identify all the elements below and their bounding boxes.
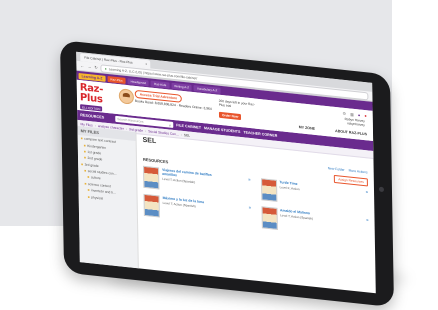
back-icon[interactable]: ←: [80, 63, 84, 68]
nav-tab-raz-kids[interactable]: Raz-Kids: [151, 80, 170, 89]
menu-icon[interactable]: ≡: [366, 189, 368, 194]
resources-dropdown[interactable]: RESOURCES: [80, 113, 112, 120]
resource-card[interactable]: Máximo y la luz de la luna Level T; Acti…: [143, 193, 252, 227]
folder-icon: ■: [81, 161, 84, 167]
reload-icon[interactable]: ↻: [94, 65, 97, 70]
teacher-corner-link[interactable]: TEACHER CORNER: [243, 130, 277, 138]
about-raz-plus-link[interactable]: ABOUT RAZ-PLUS: [335, 129, 367, 136]
search-placeholder: Search Resources: [117, 117, 144, 124]
settings-icon[interactable]: ⚙: [342, 111, 346, 116]
resources-heading: RESOURCES: [142, 156, 169, 165]
nav-tab-raz-plus[interactable]: Raz-Plus: [107, 75, 126, 84]
folder-icon: ■: [84, 168, 87, 173]
folder-icon: ■: [83, 149, 86, 154]
grid-icon[interactable]: ▦: [350, 112, 354, 117]
folder-icon: ■: [87, 175, 90, 180]
profile-icon[interactable]: ●: [358, 112, 361, 117]
main-panel: SEL New Folder More Actions RESOURCES As…: [136, 132, 375, 293]
order-now-button[interactable]: Order Now: [218, 111, 242, 121]
user-school: robynharvey: [347, 121, 365, 128]
logo-edition: ELL EDITION: [80, 104, 103, 112]
book-cover[interactable]: [260, 178, 277, 202]
trial-days-left: 200 days left in your Raz-Plus trial: [218, 98, 255, 109]
forward-icon[interactable]: →: [87, 64, 91, 69]
menu-icon[interactable]: ≡: [249, 205, 251, 210]
more-actions-button[interactable]: More Actions: [349, 168, 368, 174]
folder-icon: ■: [87, 194, 90, 199]
folder-icon: ■: [84, 181, 87, 186]
alert-icon[interactable]: ●: [364, 113, 367, 118]
raz-plus-logo[interactable]: Raz-Plus ELL EDITION: [79, 82, 116, 112]
assign-resources-button[interactable]: Assign Resources: [334, 174, 368, 187]
book-cover[interactable]: [143, 165, 160, 190]
file-cabinet-link[interactable]: FILE CABINET: [176, 123, 201, 130]
new-folder-button[interactable]: New Folder: [328, 166, 345, 172]
my-zone-link[interactable]: MY ZONE: [299, 125, 315, 131]
folder-icon: ■: [83, 143, 86, 148]
folder-icon: ■: [83, 155, 87, 161]
logo-text: Raz-Plus: [79, 82, 104, 106]
tablet-device: File Cabinet | Raz-Plus - Raz-Plus × ← →…: [60, 40, 394, 308]
book-cover[interactable]: [143, 193, 160, 218]
menu-icon[interactable]: ≡: [366, 217, 368, 222]
folder-icon: ■: [87, 188, 90, 193]
folder-actions: New Folder More Actions: [328, 166, 368, 174]
user-info[interactable]: Robyn Harvey robynharvey: [345, 117, 365, 127]
resource-card[interactable]: Amaldo el Malinno Level T; Action (Spani…: [261, 206, 369, 239]
menu-icon[interactable]: ≡: [248, 177, 250, 182]
camera-icon: [378, 186, 385, 193]
close-icon[interactable]: ×: [145, 62, 147, 66]
folder-sidebar: MY FILES ■ compare text contrast ■ Kinderg…: [77, 125, 139, 269]
folder-icon: ■: [80, 136, 83, 141]
lock-icon: ●: [104, 66, 107, 71]
book-cover[interactable]: [261, 206, 278, 230]
tablet-screen: File Cabinet | Raz-Plus - Raz-Plus × ← →…: [76, 51, 376, 294]
resource-card[interactable]: Viajeros del camino de batiflos amarillo…: [143, 165, 251, 199]
search-icon[interactable]: ⌕: [169, 122, 171, 127]
avatar[interactable]: [118, 88, 134, 105]
